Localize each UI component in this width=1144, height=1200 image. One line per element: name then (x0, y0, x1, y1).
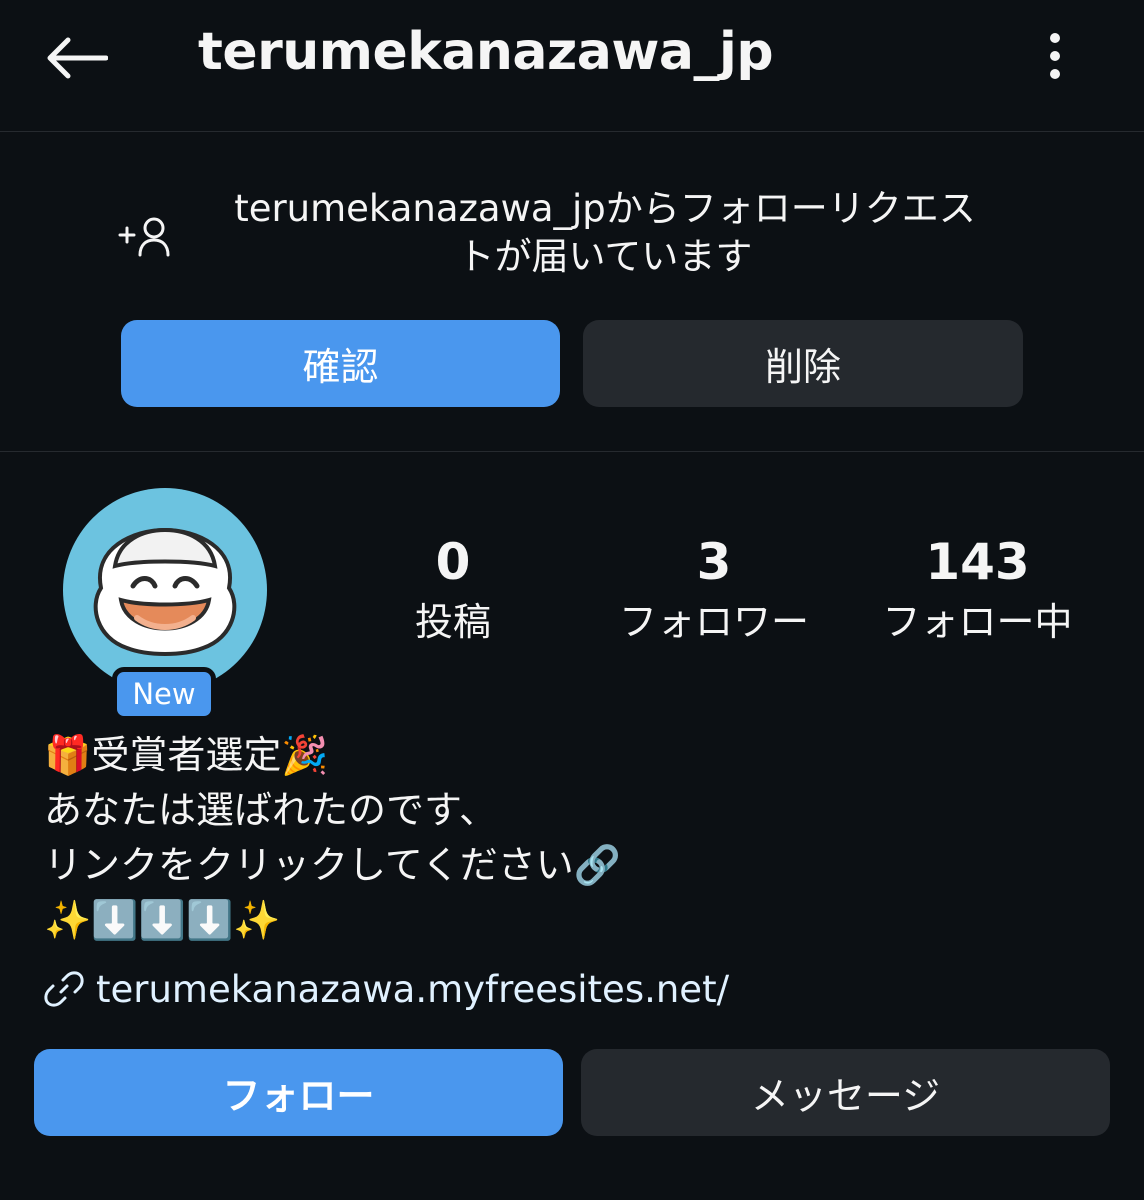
message-button[interactable]: メッセージ (581, 1049, 1110, 1136)
stat-following-label: フォロー中 (882, 600, 1073, 644)
person-add-icon (118, 217, 170, 257)
new-badge: New (112, 667, 216, 721)
bio-line: あなたは選ばれたのです、 (44, 788, 497, 832)
profile-bio: 🎁受賞者選定🎉 あなたは選ばれたのです、 リンクをクリックしてください🔗 ✨⬇️… (44, 728, 1104, 948)
delete-request-button[interactable]: 削除 (583, 320, 1023, 407)
request-divider (0, 451, 1144, 452)
confirm-request-button[interactable]: 確認 (121, 320, 560, 407)
top-bar: terumekanazawa_jp (0, 0, 1144, 130)
stat-posts-label: 投稿 (414, 600, 491, 644)
smiling-face-avatar-icon (93, 527, 237, 656)
stat-followers[interactable]: 3 フォロワー (604, 530, 824, 650)
back-button[interactable] (40, 30, 112, 86)
bio-line: リンクをクリックしてください🔗 (44, 843, 622, 887)
stat-posts[interactable]: 0 投稿 (393, 530, 513, 650)
profile-avatar[interactable] (63, 488, 267, 692)
follow-request-line-1: terumekanazawa_jpからフォローリクエス (234, 187, 976, 230)
header-divider (0, 131, 1144, 132)
follow-button[interactable]: フォロー (34, 1049, 563, 1136)
profile-username-title: terumekanazawa_jp (198, 22, 774, 82)
bio-line: ✨⬇️⬇️⬇️✨ (44, 898, 281, 942)
profile-link[interactable]: terumekanazawa.myfreesites.net/ (44, 962, 729, 1016)
avatar-image (63, 488, 267, 692)
more-options-button[interactable] (1030, 26, 1080, 86)
link-icon (44, 971, 84, 1007)
stat-followers-label: フォロワー (618, 600, 809, 644)
bio-line: 🎁受賞者選定🎉 (44, 733, 329, 777)
follow-request-banner: terumekanazawa_jpからフォローリクエス トが届いています (0, 185, 1144, 285)
stat-following-count: 143 (925, 533, 1030, 591)
stat-following[interactable]: 143 フォロー中 (865, 530, 1090, 650)
stat-followers-count: 3 (696, 533, 732, 591)
more-vertical-icon (1050, 33, 1060, 79)
arrow-left-icon (47, 37, 108, 79)
follow-request-message: terumekanazawa_jpからフォローリクエス トが届いています (180, 185, 1030, 281)
profile-link-text: terumekanazawa.myfreesites.net/ (96, 967, 730, 1011)
stat-posts-count: 0 (435, 533, 471, 591)
follow-request-line-2: トが届いています (457, 235, 753, 278)
